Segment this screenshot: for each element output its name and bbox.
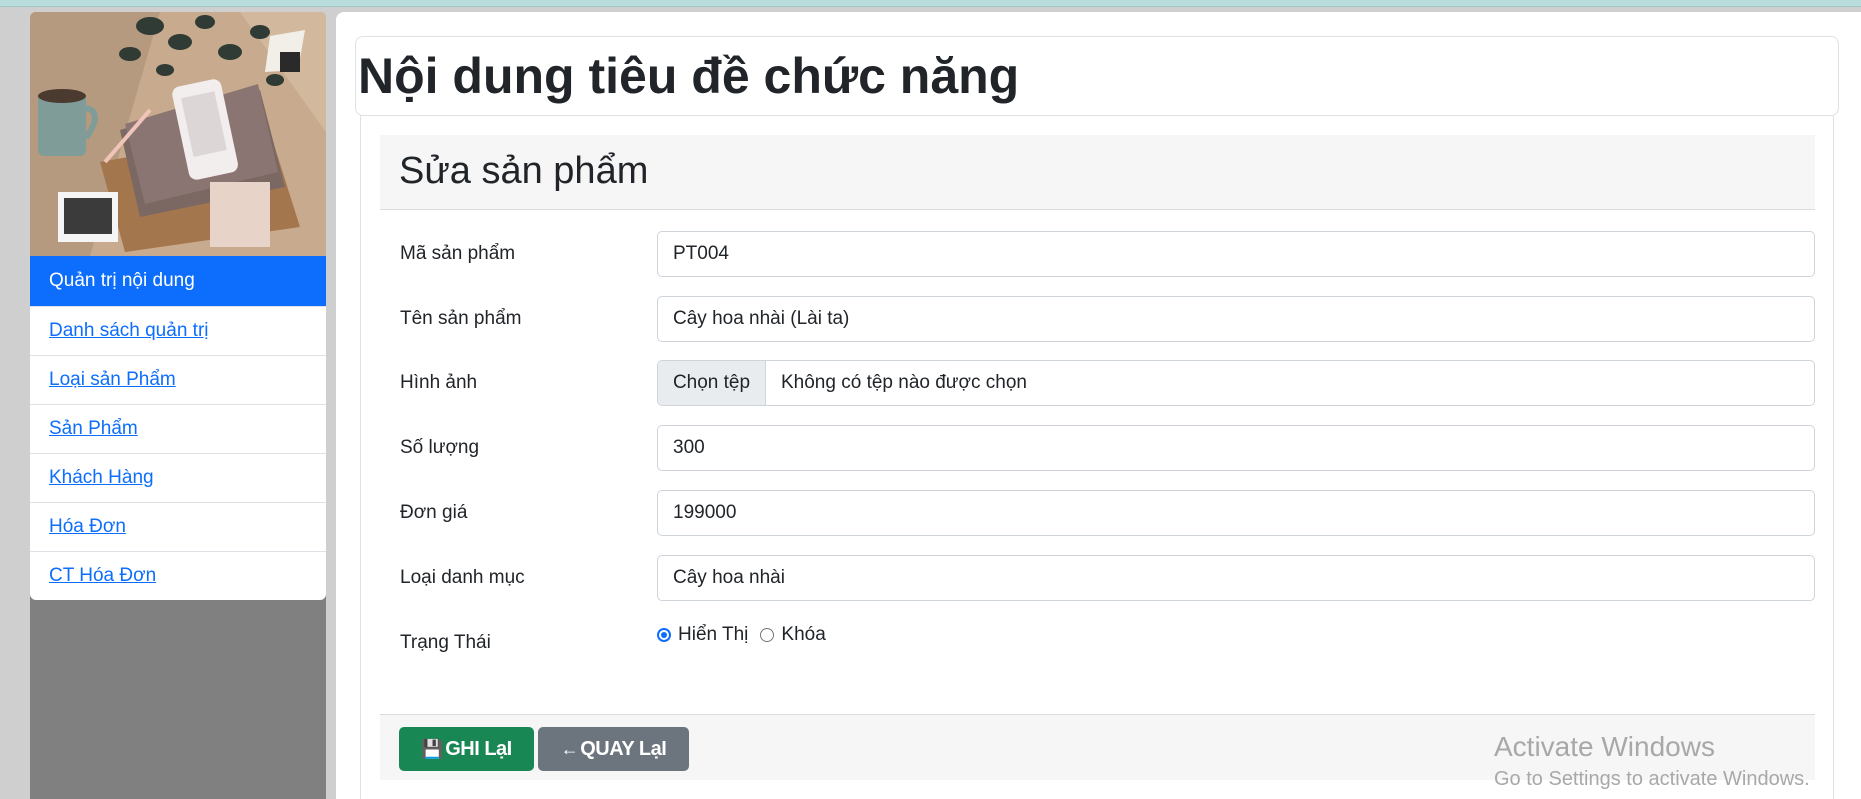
sidebar-item-invoices: Hóa Đơn (30, 502, 326, 551)
sidebar-banner-illustration (30, 12, 326, 256)
sidebar-item-invoice-details: CT Hóa Đơn (30, 551, 326, 600)
sidebar-item-admin-list: Danh sách quản trị (30, 306, 326, 355)
product-code-label: Mã sản phẩm (400, 243, 516, 264)
quantity-label: Số lượng (400, 437, 480, 458)
watermark-subtitle: Go to Settings to activate Windows. (1494, 768, 1810, 790)
sidebar-link-products[interactable]: Sản Phẩm (49, 418, 138, 439)
form-heading: Sửa sản phẩm (399, 150, 649, 192)
page-title: Nội dung tiêu đề chức năng (358, 48, 1020, 104)
product-code-input[interactable] (657, 231, 1815, 277)
sidebar-link-invoices[interactable]: Hóa Đơn (49, 516, 126, 537)
status-option-visible[interactable]: Hiển Thị (657, 624, 748, 646)
radio-visible[interactable] (657, 628, 671, 642)
watermark-title: Activate Windows (1494, 731, 1715, 762)
product-name-label: Tên sản phẩm (400, 308, 522, 329)
sidebar-item-products: Sản Phẩm (30, 404, 326, 453)
status-option-locked[interactable]: Khóa (760, 624, 826, 646)
choose-file-button[interactable]: Chọn tệp (658, 361, 766, 405)
page-title-box: Nội dung tiêu đề chức năng (355, 36, 1839, 116)
status-radio-group: Hiển Thị Khóa (657, 620, 838, 650)
form-row-price: Đơn giá (400, 490, 1815, 536)
price-input[interactable] (657, 490, 1815, 536)
form-row-image: Hình ảnh Chọn tệp Không có tệp nào được … (400, 360, 1815, 406)
sidebar-item-product-types: Loại sản Phẩm (30, 355, 326, 404)
windows-activation-watermark: Activate Windows Go to Settings to activ… (1494, 730, 1810, 794)
form-row-product-name: Tên sản phẩm (400, 296, 1815, 342)
save-button-label: GHI LạI (445, 738, 512, 760)
edit-product-card: Sửa sản phẩm Mã sản phẩm Tên sản phẩm Hì… (360, 115, 1834, 799)
sidebar-link-invoice-details[interactable]: CT Hóa Đơn (49, 565, 156, 586)
sidebar-link-product-types[interactable]: Loại sản Phẩm (49, 369, 176, 390)
product-name-input[interactable] (657, 296, 1815, 342)
sidebar: Quản trị nội dung Danh sách quản trị Loạ… (30, 12, 326, 799)
price-label: Đơn giá (400, 502, 468, 523)
form-row-status: Trạng Thái Hiển Thị Khóa (400, 620, 1810, 666)
category-label: Loại danh mục (400, 567, 525, 588)
sidebar-link-admin-list[interactable]: Danh sách quản trị (49, 320, 209, 341)
quantity-input[interactable] (657, 425, 1815, 471)
sidebar-link-customers[interactable]: Khách Hàng (49, 467, 154, 488)
back-button-label: QUAY LạI (580, 738, 667, 760)
image-file-input[interactable]: Chọn tệp Không có tệp nào được chọn (657, 360, 1815, 406)
image-label: Hình ảnh (400, 372, 478, 393)
save-button[interactable]: 💾 GHI LạI (399, 727, 534, 771)
floppy-disk-icon: 💾 (421, 739, 444, 759)
status-label: Trạng Thái (400, 632, 491, 653)
radio-visible-label: Hiển Thị (678, 624, 749, 645)
card-header: Sửa sản phẩm (380, 135, 1815, 210)
form-row-quantity: Số lượng (400, 425, 1815, 471)
category-input[interactable] (657, 555, 1815, 601)
main-panel: Nội dung tiêu đề chức năng Sửa sản phẩm … (336, 12, 1861, 799)
form-row-product-code: Mã sản phẩm (400, 231, 1815, 277)
radio-locked-label: Khóa (781, 624, 826, 645)
file-status-text: Không có tệp nào được chọn (781, 372, 1027, 393)
sidebar-menu: Quản trị nội dung Danh sách quản trị Loạ… (30, 256, 326, 600)
radio-locked[interactable] (760, 628, 775, 642)
browser-top-strip (0, 0, 1861, 7)
back-button[interactable]: ← QUAY LạI (538, 727, 689, 771)
sidebar-item-customers: Khách Hàng (30, 453, 326, 502)
arrow-left-icon: ← (560, 739, 579, 759)
form-row-category: Loại danh mục (400, 555, 1815, 601)
sidebar-menu-header: Quản trị nội dung (30, 256, 326, 306)
